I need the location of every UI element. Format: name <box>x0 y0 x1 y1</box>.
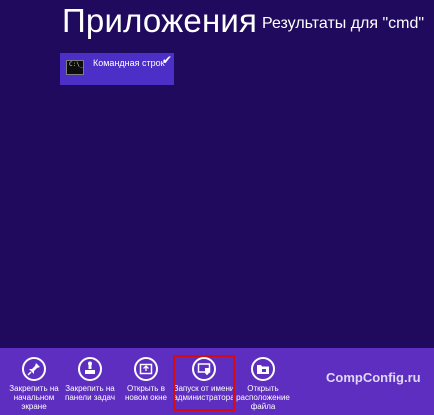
pin-to-start-button[interactable]: Закрепить на начальном экране <box>3 348 65 415</box>
app-tile-label: Командная строка <box>93 58 165 68</box>
page-title: Приложения <box>62 2 258 39</box>
cmd-terminal-icon: C:\_ <box>66 60 84 75</box>
pin-to-start-label: Закрепить на начальном экране <box>9 384 59 411</box>
open-file-location-label: Открыть расположение файла <box>236 384 290 411</box>
pin-icon <box>22 357 46 381</box>
open-new-window-label: Открыть в новом окне <box>124 384 167 402</box>
watermark: CompConfig.ru <box>326 370 421 385</box>
taskbar-pin-icon <box>78 357 102 381</box>
search-results-caption: Результаты для "cmd" <box>262 15 425 32</box>
new-window-icon <box>134 357 158 381</box>
open-new-window-button[interactable]: Открыть в новом окне <box>115 348 177 415</box>
highlight-box <box>173 355 235 411</box>
pin-to-taskbar-button[interactable]: Закрепить на панели задач <box>59 348 121 415</box>
selected-check-icon: ✔ <box>161 53 172 67</box>
open-file-location-button[interactable]: Открыть расположение файла <box>232 348 294 415</box>
folder-icon <box>251 357 275 381</box>
pin-to-taskbar-label: Закрепить на панели задач <box>65 384 115 402</box>
app-tile-command-prompt[interactable]: C:\_ Командная строка ✔ <box>60 53 174 85</box>
